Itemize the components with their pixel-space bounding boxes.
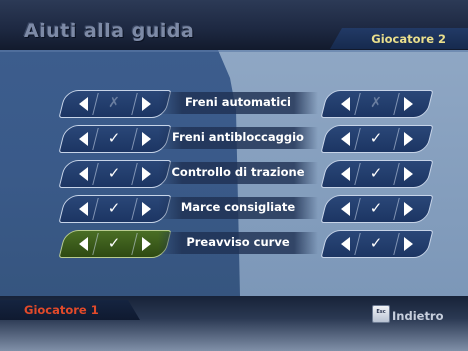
player2-suggested-gears-selector[interactable]: ✓ [320, 195, 434, 223]
arrow-left-icon[interactable] [73, 161, 93, 187]
player1-suggested-gears-value: ✓ [107, 199, 121, 217]
arrow-left-icon[interactable] [73, 196, 93, 222]
row-label: Freni automatici [184, 95, 291, 109]
player2-tab: Giocatore 2 [330, 28, 468, 49]
arrow-right-icon[interactable] [399, 196, 419, 222]
row-anti-lock-brakes: ✓ Freni antibloccaggio ✓ [0, 123, 468, 153]
arrow-left-icon[interactable] [335, 91, 355, 117]
player1-label: Giocatore 1 [24, 303, 99, 317]
player1-traction-control-selector[interactable]: ✓ [58, 160, 172, 188]
arrow-right-icon[interactable] [137, 196, 157, 222]
row-label: Freni antibloccaggio [172, 130, 304, 144]
player1-automatic-brakes-value: ✗ [108, 95, 120, 111]
arrow-right-icon[interactable] [399, 91, 419, 117]
player2-automatic-brakes-selector[interactable]: ✗ [320, 90, 434, 118]
player2-label: Giocatore 2 [371, 32, 446, 46]
player1-anti-lock-brakes-value: ✓ [107, 129, 121, 147]
esc-key-icon[interactable]: Esc [372, 305, 390, 323]
arrow-right-icon[interactable] [399, 126, 419, 152]
arrow-left-icon[interactable] [73, 91, 93, 117]
row-label: Controllo di trazione [171, 165, 305, 179]
header-bar: Aiuti alla guida Giocatore 2 [0, 0, 468, 50]
row-curve-warning: ✓ Preavviso curve ✓ [0, 228, 468, 258]
player2-curve-warning-selector[interactable]: ✓ [320, 230, 434, 258]
player1-curve-warning-value: ✓ [107, 234, 121, 252]
player1-tab: Giocatore 1 [0, 300, 140, 320]
player2-automatic-brakes-value: ✗ [370, 95, 382, 111]
player1-anti-lock-brakes-selector[interactable]: ✓ [58, 125, 172, 153]
screen-title: Aiuti alla guida [24, 20, 195, 42]
player1-suggested-gears-selector[interactable]: ✓ [58, 195, 172, 223]
options-panel: ✗ Freni automatici ✗ ✓ Freni antibloccag… [0, 50, 468, 296]
player2-traction-control-value: ✓ [369, 164, 383, 182]
arrow-left-icon[interactable] [335, 196, 355, 222]
arrow-left-icon[interactable] [335, 126, 355, 152]
row-label: Marce consigliate [180, 200, 296, 214]
arrow-right-icon[interactable] [137, 161, 157, 187]
player1-curve-warning-selector[interactable]: ✓ [58, 230, 172, 258]
player2-curve-warning-value: ✓ [369, 234, 383, 252]
arrow-right-icon[interactable] [137, 231, 157, 257]
driving-aids-screen: Aiuti alla guida Giocatore 2 ✗ Freni aut… [0, 0, 468, 351]
row-suggested-gears: ✓ Marce consigliate ✓ [0, 193, 468, 223]
player2-anti-lock-brakes-value: ✓ [369, 129, 383, 147]
panel-top-line [0, 50, 468, 52]
arrow-right-icon[interactable] [137, 91, 157, 117]
back-button[interactable]: Indietro [392, 309, 444, 323]
player1-traction-control-value: ✓ [107, 164, 121, 182]
player2-traction-control-selector[interactable]: ✓ [320, 160, 434, 188]
arrow-right-icon[interactable] [137, 126, 157, 152]
arrow-left-icon[interactable] [73, 231, 93, 257]
row-label: Preavviso curve [186, 235, 290, 249]
arrow-left-icon[interactable] [335, 161, 355, 187]
player2-suggested-gears-value: ✓ [369, 199, 383, 217]
row-automatic-brakes: ✗ Freni automatici ✗ [0, 88, 468, 118]
player2-anti-lock-brakes-selector[interactable]: ✓ [320, 125, 434, 153]
arrow-left-icon[interactable] [335, 231, 355, 257]
row-traction-control: ✓ Controllo di trazione ✓ [0, 158, 468, 188]
arrow-right-icon[interactable] [399, 231, 419, 257]
player1-automatic-brakes-selector[interactable]: ✗ [58, 90, 172, 118]
arrow-right-icon[interactable] [399, 161, 419, 187]
arrow-left-icon[interactable] [73, 126, 93, 152]
